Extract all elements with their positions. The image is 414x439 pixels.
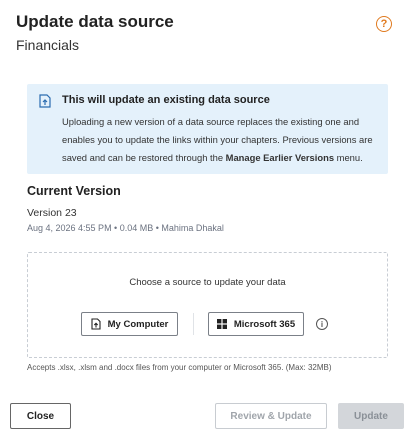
windows-logo-icon <box>216 319 227 329</box>
close-button[interactable]: Close <box>10 403 71 429</box>
info-banner-text: Uploading a new version of a data source… <box>62 116 373 163</box>
current-version-number: Version 23 <box>27 207 77 219</box>
current-version-heading: Current Version <box>27 184 121 198</box>
info-banner: This will update an existing data source… <box>27 84 388 174</box>
microsoft-365-button[interactable]: Microsoft 365 <box>208 312 304 336</box>
manage-earlier-versions-label: Manage Earlier Versions <box>225 152 335 163</box>
upload-file-icon <box>39 94 51 108</box>
review-and-update-button[interactable]: Review & Update <box>215 403 327 429</box>
info-banner-title: This will update an existing data source <box>62 94 270 106</box>
my-computer-label: My Computer <box>107 318 169 330</box>
upload-file-icon <box>91 318 101 330</box>
current-version-meta: Aug 4, 2026 4:55 PM • 0.04 MB • Mahima D… <box>27 223 224 233</box>
my-computer-button[interactable]: My Computer <box>81 312 178 336</box>
dialog-subtitle: Financials <box>16 37 80 53</box>
dialog-title: Update data source <box>16 12 174 31</box>
info-icon[interactable]: i <box>316 318 328 330</box>
microsoft-365-label: Microsoft 365 <box>233 318 296 330</box>
help-icon[interactable]: ? <box>376 16 392 32</box>
source-divider <box>193 313 194 335</box>
source-prompt: Choose a source to update your data <box>129 277 286 288</box>
source-drop-zone[interactable]: Choose a source to update your data My C… <box>27 252 388 358</box>
accepted-files-note: Accepts .xlsx, .xlsm and .docx files fro… <box>27 363 332 372</box>
update-button[interactable]: Update <box>338 403 404 429</box>
